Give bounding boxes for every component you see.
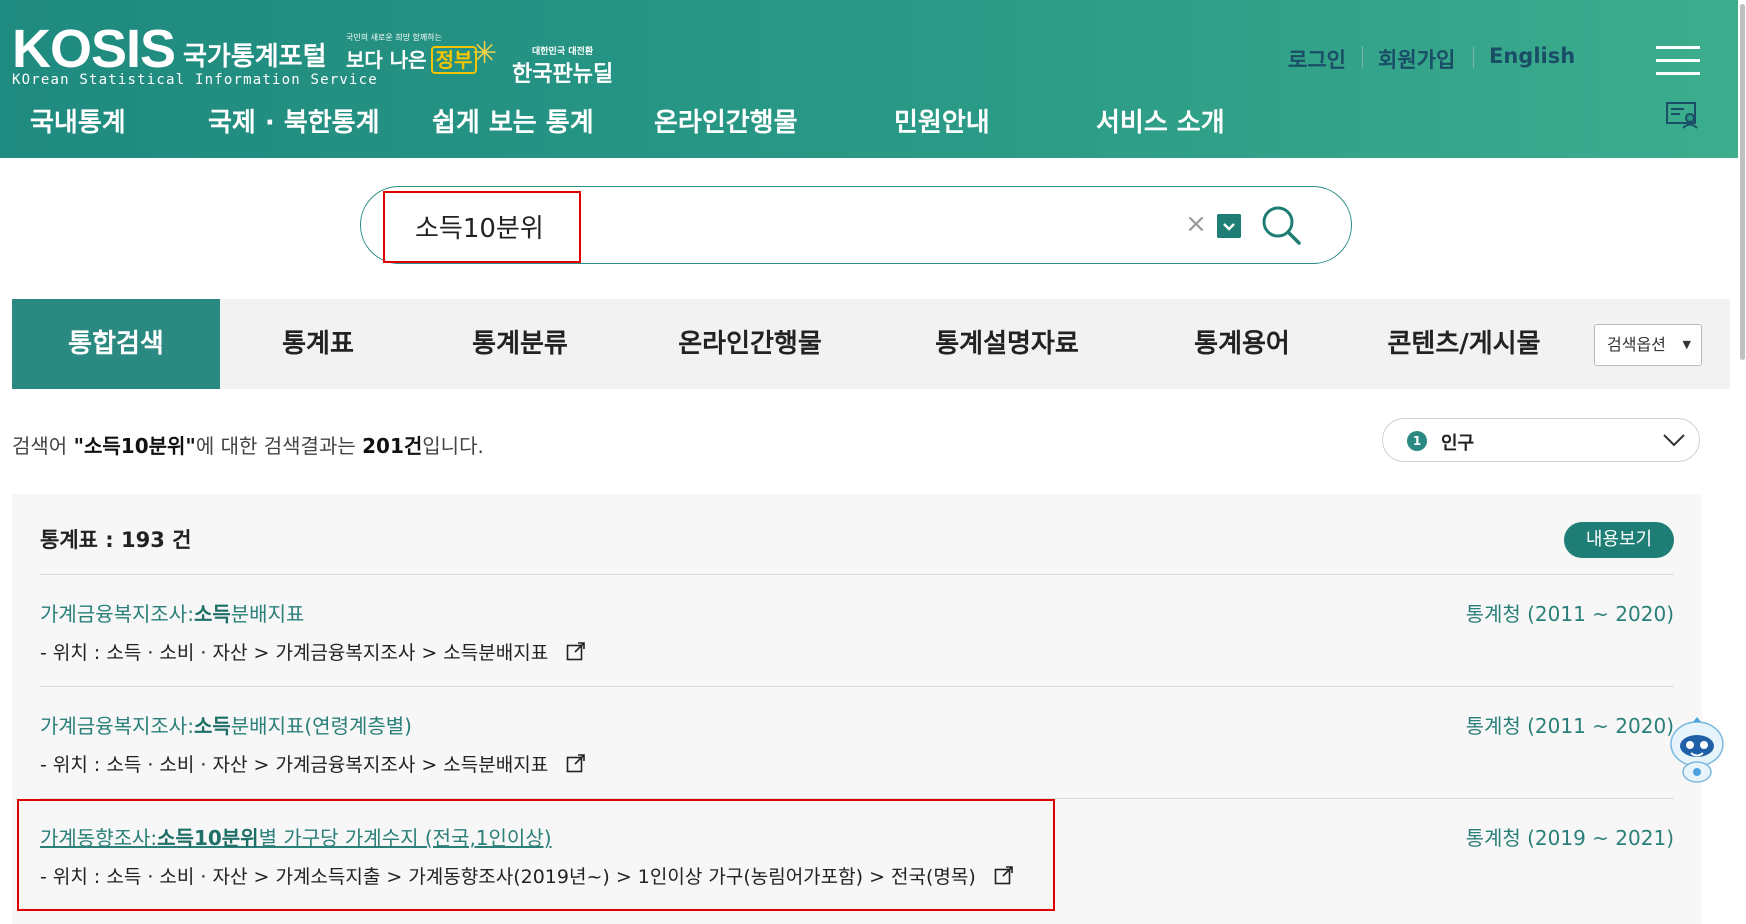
tab-stat-terms[interactable]: 통계용어 [1138, 299, 1346, 389]
external-link-icon[interactable] [566, 641, 586, 661]
search-options-button[interactable]: 검색옵션 ▼ [1594, 324, 1702, 366]
gnb-service-intro[interactable]: 서비스 소개 [1096, 102, 1225, 139]
scrollbar-thumb[interactable] [1740, 4, 1745, 360]
search-options-label: 검색옵션 [1607, 335, 1666, 354]
tab-online-publications[interactable]: 온라인간행물 [624, 299, 876, 389]
summary-suffix: 입니다. [422, 434, 484, 458]
tab-contents-posts[interactable]: 콘텐츠/게시물 [1346, 299, 1582, 389]
campaign1-accent-text: 정부 [430, 46, 478, 74]
result-org-period: 통계청 (2011 ~ 2020) [1465, 602, 1674, 626]
gnb-civil-service[interactable]: 민원안내 [894, 102, 990, 139]
tab-stat-tables[interactable]: 통계표 [220, 299, 416, 389]
menu-icon[interactable] [1656, 46, 1700, 85]
result-location-path: - 위치 : 소득 · 소비 · 자산 > 가계소득지출 > 가계동향조사(20… [40, 862, 1014, 889]
result-summary: 검색어 "소득10분위"에 대한 검색결과는 201건입니다. [12, 430, 484, 459]
divider [40, 798, 1674, 799]
divider [40, 686, 1674, 687]
summary-prefix: 검색어 [12, 434, 74, 458]
portal-name[interactable]: 국가통계포털 [183, 36, 327, 73]
util-separator [1473, 46, 1474, 68]
tab-stat-descriptions[interactable]: 통계설명자료 [876, 299, 1138, 389]
chevron-down-icon [1663, 434, 1685, 447]
section-title-stat-tables: 통계표 : 193 건 [40, 528, 192, 552]
gnb-domestic-stats[interactable]: 국내통계 [30, 102, 126, 139]
kosis-logo[interactable]: KOSIS [12, 22, 176, 76]
chatbot-mascot-icon[interactable] [1662, 716, 1732, 784]
search-scope-dropdown-icon[interactable] [1217, 214, 1241, 238]
my-board-icon[interactable] [1666, 101, 1698, 129]
campaign1-main-text: 보다 나은 [346, 48, 427, 72]
util-separator [1362, 46, 1363, 68]
category-select[interactable]: 1 인구 [1382, 418, 1700, 462]
logo-subtitle: KOrean Statistical Information Service [12, 72, 378, 88]
result-location-path: - 위치 : 소득 · 소비 · 자산 > 가계금융복지조사 > 소득분배지표 [40, 638, 586, 665]
site-header: KOSIS KOrean Statistical Information Ser… [0, 0, 1746, 158]
gnb-easy-stats[interactable]: 쉽게 보는 통계 [432, 102, 594, 139]
login-link[interactable]: 로그인 [1288, 44, 1346, 74]
search-input[interactable] [413, 203, 1037, 249]
campaign2-main-text: 한국판뉴딜 [512, 62, 614, 87]
results-panel [12, 494, 1702, 924]
summary-query: "소득10분위" [73, 434, 196, 458]
summary-middle: 에 대한 검색결과는 [195, 434, 363, 458]
gnb-online-publications[interactable]: 온라인간행물 [654, 102, 798, 139]
category-number-badge: 1 [1407, 431, 1427, 451]
external-link-icon[interactable] [566, 753, 586, 773]
result-org-period: 통계청 (2019 ~ 2021) [1465, 826, 1674, 850]
gnb-international-stats[interactable]: 국제 · 북한통계 [208, 102, 380, 139]
result-location-path: - 위치 : 소득 · 소비 · 자산 > 가계금융복지조사 > 소득분배지표 [40, 750, 586, 777]
tab-integrated-search[interactable]: 통합검색 [12, 299, 220, 389]
new-deal-star-icon: ✳ [472, 36, 498, 71]
category-label: 인구 [1441, 433, 1475, 454]
result-tabs: 통합검색 통계표 통계분류 온라인간행물 통계설명자료 통계용어 콘텐츠/게시물 [12, 299, 1730, 389]
tab-stat-classification[interactable]: 통계분류 [416, 299, 624, 389]
search-icon[interactable] [1259, 203, 1303, 247]
caret-down-icon: ▼ [1682, 338, 1691, 351]
summary-count: 201건 [362, 434, 423, 458]
clear-search-icon[interactable]: × [1181, 209, 1211, 239]
result-org-period: 통계청 (2011 ~ 2020) [1465, 714, 1674, 738]
view-contents-button[interactable]: 내용보기 [1564, 522, 1674, 558]
result-title-link[interactable]: 가계동향조사:소득10분위별 가구당 가계수지 (전국,1인이상) [40, 822, 552, 851]
english-link[interactable]: English [1489, 44, 1575, 68]
result-title-link[interactable]: 가계금융복지조사:소득분배지표(연령계층별) [40, 710, 412, 739]
campaign-banner-better-government[interactable]: 국민의 새로운 희망 함께하는 보다 나은 정부 [346, 33, 478, 74]
result-title-link[interactable]: 가계금융복지조사:소득분배지표 [40, 598, 304, 627]
external-link-icon[interactable] [994, 865, 1014, 885]
search-bar: × [360, 186, 1352, 264]
signup-link[interactable]: 회원가입 [1378, 44, 1455, 74]
campaign1-small-text: 국민의 새로운 희망 함께하는 [346, 33, 442, 42]
divider [40, 574, 1674, 575]
